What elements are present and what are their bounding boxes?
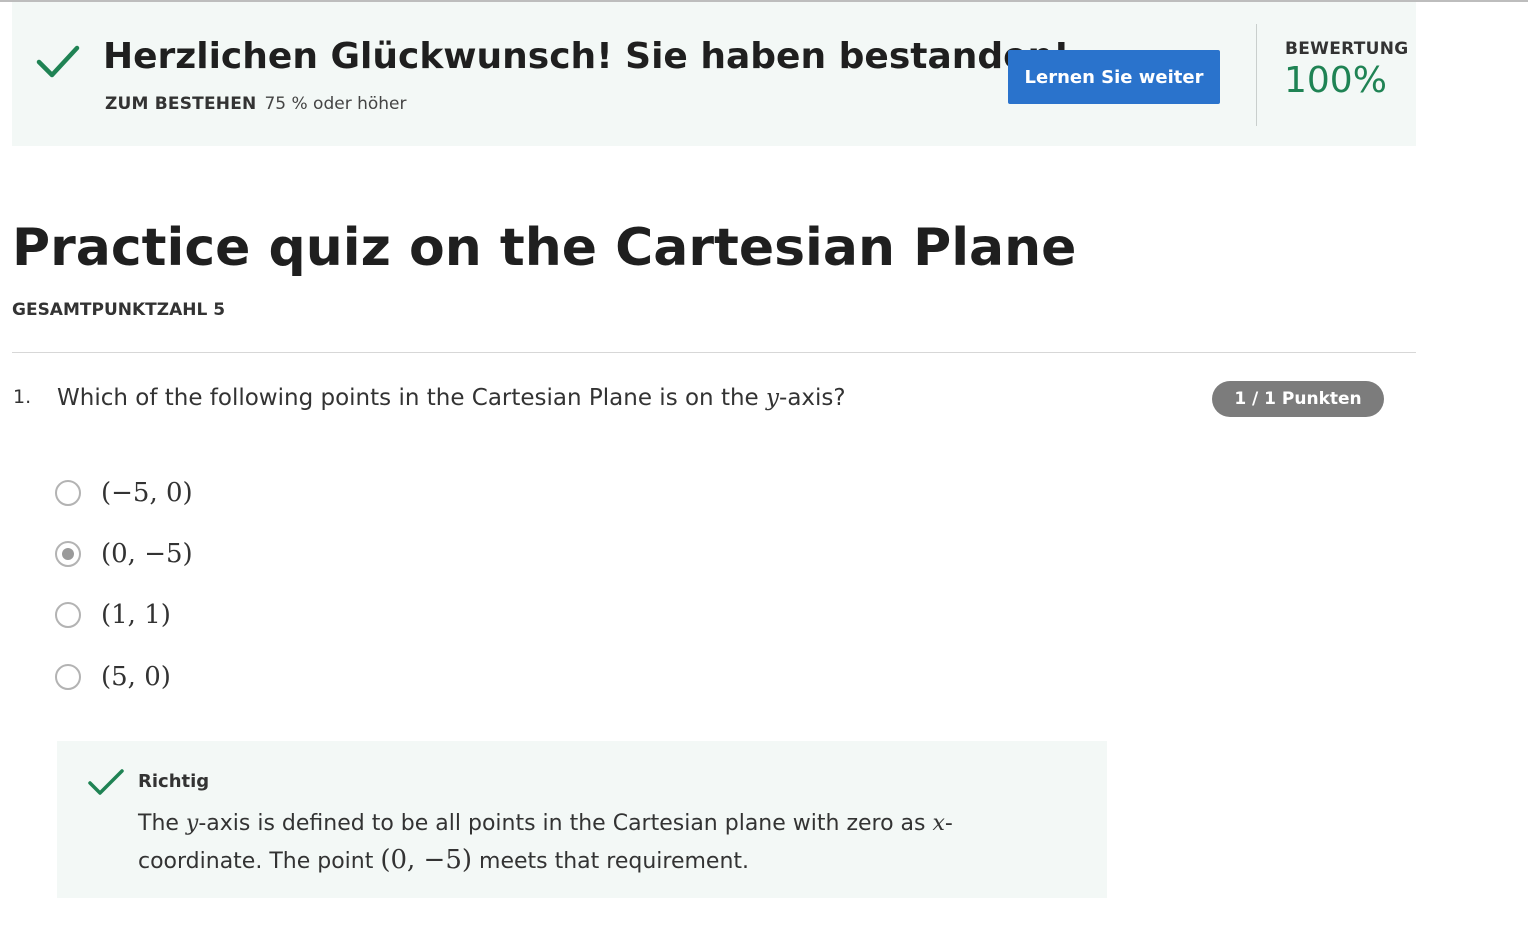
total-points: GESAMTPUNKTZAHL 5 [12, 300, 226, 320]
radio-button[interactable] [55, 480, 81, 506]
score-badge: 1 / 1 Punkten [1212, 381, 1384, 417]
feedback-text-2: -axis is defined to be all points in the… [198, 811, 933, 836]
pass-banner: Herzlichen Glückwunsch! Sie haben bestan… [12, 2, 1416, 146]
feedback-title: Richtig [138, 771, 210, 792]
feedback-point: (0, −5) [380, 845, 473, 875]
option-label: (5, 0) [101, 662, 171, 692]
radio-button[interactable] [55, 602, 81, 628]
radio-button-selected[interactable] [55, 541, 81, 567]
option-label: (0, −5) [101, 539, 193, 569]
check-icon [36, 45, 80, 78]
answer-option[interactable]: (5, 0) [55, 661, 171, 693]
feedback-variable-y: y [185, 811, 199, 836]
question-number: 1. [13, 386, 32, 408]
feedback-text-1: The [138, 811, 186, 836]
feedback-panel: Richtig The y-axis is defined to be all … [57, 741, 1107, 898]
grade-value: 100% [1284, 60, 1387, 101]
question-text-end: -axis? [779, 385, 846, 411]
pass-requirement-label: ZUM BESTEHEN [105, 94, 257, 114]
check-icon [88, 769, 124, 795]
continue-learning-button[interactable]: Lernen Sie weiter [1008, 50, 1220, 104]
answer-option[interactable]: (0, −5) [55, 538, 193, 570]
pass-title: Herzlichen Glückwunsch! Sie haben bestan… [103, 36, 1070, 77]
pass-requirement-value: 75 % oder höher [264, 94, 407, 114]
question-variable: y [766, 385, 780, 411]
answer-option[interactable]: (−5, 0) [55, 477, 193, 509]
divider [12, 352, 1416, 353]
vertical-divider [1256, 24, 1257, 126]
option-label: (−5, 0) [101, 478, 193, 508]
feedback-explanation: The y-axis is defined to be all points i… [138, 805, 1018, 880]
answer-option[interactable]: (1, 1) [55, 599, 171, 631]
question-text-start: Which of the following points in the Car… [57, 385, 767, 411]
question-text: Which of the following points in the Car… [57, 385, 846, 411]
radio-button[interactable] [55, 664, 81, 690]
feedback-variable-x: x [932, 811, 945, 836]
feedback-text-4: meets that requirement. [472, 849, 750, 874]
page-title: Practice quiz on the Cartesian Plane [12, 218, 1077, 278]
option-label: (1, 1) [101, 600, 171, 630]
pass-requirement: ZUM BESTEHEN 75 % oder höher [105, 94, 407, 114]
grade-label: BEWERTUNG [1285, 39, 1409, 59]
